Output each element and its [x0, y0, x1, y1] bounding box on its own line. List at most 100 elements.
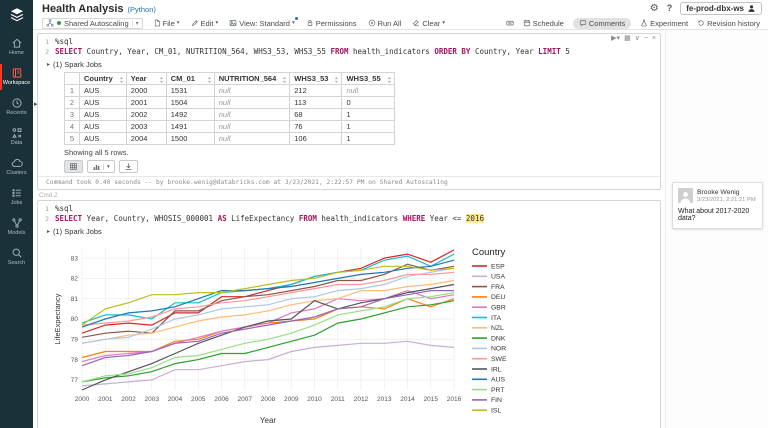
menu-file[interactable]: File▾: [153, 19, 180, 28]
svg-text:ISL: ISL: [491, 408, 501, 415]
legend-item-ESP[interactable]: ESP: [472, 263, 505, 270]
legend-item-DEU[interactable]: DEU: [472, 294, 505, 301]
calendar-icon: [523, 19, 531, 27]
chevron-down-icon[interactable]: ∨: [635, 35, 640, 42]
attach-icon: [46, 19, 54, 27]
help-icon[interactable]: ?: [667, 4, 673, 13]
eraser-icon: [412, 19, 420, 27]
sidebar-nav: HomeWorkspaceRecentsData Clusters Jobs Mode…: [0, 32, 33, 272]
sidebar-item-workspace[interactable]: Workspace: [0, 62, 33, 92]
menu-edit[interactable]: Edit▾: [191, 19, 219, 28]
svg-text:USA: USA: [491, 274, 505, 281]
sidebar: HomeWorkspaceRecentsData Clusters Jobs Mode…: [0, 0, 33, 428]
menu-permissions[interactable]: Permissions: [306, 19, 357, 28]
table-cell: 1491: [166, 121, 214, 133]
sidebar-item-jobs[interactable]: Jobs: [0, 182, 33, 212]
spark-jobs-toggle[interactable]: ▸ (1) Spark Jobs: [38, 58, 660, 71]
sidebar-item-home[interactable]: Home: [0, 32, 33, 62]
minimize-icon[interactable]: −: [644, 35, 648, 42]
table-cell: 1: [342, 133, 394, 145]
settings-gear-icon[interactable]: ⚙: [650, 4, 659, 14]
pencil-icon: [191, 19, 199, 27]
close-icon[interactable]: ×: [652, 35, 656, 42]
legend-item-DNK[interactable]: DNK: [472, 335, 506, 342]
chevron-down-icon: ▾: [132, 20, 139, 27]
legend-item-USA[interactable]: USA: [472, 274, 505, 281]
comment-card[interactable]: Brooke Wenig 3/23/2021, 2:21:21 PM What …: [672, 182, 763, 229]
results-toolbar: ▾: [64, 160, 660, 173]
x-tick-label: 2009: [284, 396, 299, 403]
jobs-icon: [11, 187, 23, 199]
chart-view-button[interactable]: ▾: [87, 160, 115, 173]
column-header-country[interactable]: Country: [80, 73, 127, 85]
table-view-button[interactable]: [64, 160, 83, 173]
notebook-canvas: ▸ ▶▾▦∨−× 1%sql2SELECT Country, Year, CM_…: [33, 30, 768, 428]
column-header-year[interactable]: Year: [126, 73, 166, 85]
databricks-logo[interactable]: [0, 0, 33, 32]
keyboard-shortcut-button[interactable]: [506, 19, 514, 27]
sidebar-item-search[interactable]: Search: [0, 242, 33, 272]
table-cell: 1: [342, 109, 394, 121]
legend-item-ITA[interactable]: ITA: [472, 315, 502, 322]
svg-text:IRL: IRL: [491, 366, 502, 373]
sidebar-item-clusters[interactable]: Clusters: [0, 152, 33, 182]
action-label: Comments: [589, 19, 625, 28]
chevron-down-icon: ▾: [442, 20, 445, 26]
cell1-code-editor[interactable]: 1%sql2SELECT Country, Year, CM_01, NUTRI…: [38, 34, 660, 58]
legend-item-FIN[interactable]: FIN: [472, 397, 502, 404]
action-revision-history[interactable]: Revision history: [697, 19, 760, 28]
legend-item-SWE[interactable]: SWE: [472, 356, 507, 363]
code-line-text: %sql: [55, 204, 73, 214]
menu-clear[interactable]: Clear▾: [412, 19, 445, 28]
menu-run-all[interactable]: Run All: [368, 19, 402, 28]
notebook-title: Health Analysis: [42, 3, 124, 15]
sidebar-item-data[interactable]: Data: [0, 122, 33, 152]
row-count-status: Showing all 5 rows.: [64, 148, 660, 157]
line-number: 2: [38, 47, 55, 57]
sidebar-item-recents[interactable]: Recents: [0, 92, 33, 122]
sidebar-item-label: Jobs: [11, 200, 23, 206]
dashboard-grid-icon[interactable]: ▦: [624, 35, 631, 42]
circle-play-icon: [368, 19, 376, 27]
y-tick-label: 80: [71, 316, 79, 323]
column-header-cm_01[interactable]: CM_01: [166, 73, 214, 85]
workspace-account-button[interactable]: fe-prod-dbx-ws: [680, 2, 762, 15]
spark-jobs-toggle-2[interactable]: ▸ (1) Spark Jobs: [38, 225, 660, 238]
image-icon: [229, 19, 237, 27]
y-tick-label: 79: [71, 336, 79, 343]
column-header-whs3_55[interactable]: WHS3_55: [342, 73, 394, 85]
action-experiment[interactable]: Experiment: [640, 19, 688, 28]
table-row: 2AUS20011504null1130: [65, 97, 395, 109]
table-cell: null: [342, 85, 394, 97]
spark-jobs-label: (1) Spark Jobs: [53, 227, 102, 236]
action-label: Schedule: [533, 19, 564, 28]
chevron-down-icon: ▾: [177, 20, 180, 26]
menu-bar: File▾ Edit▾ View: Standard▾ Permissions Run …: [153, 19, 445, 28]
column-header-nutrition_564[interactable]: NUTRITION_564: [214, 73, 290, 85]
legend-item-NZL[interactable]: NZL: [472, 325, 504, 332]
notebook-cell-1: ▶▾ ▦ ∨−× 1%sql2SELECT Country, Year, CM_01…: [37, 33, 661, 190]
table-cell: 2003: [126, 121, 166, 133]
action-schedule[interactable]: Schedule: [523, 19, 564, 28]
sidebar-item-label: Clusters: [6, 170, 26, 176]
legend-item-GBR[interactable]: GBR: [472, 305, 506, 312]
cluster-selector[interactable]: Shared Autoscaling ▾: [42, 18, 143, 29]
legend-item-FRA[interactable]: FRA: [472, 284, 505, 291]
row-number-header: [65, 73, 80, 85]
legend-item-ISL[interactable]: ISL: [472, 408, 501, 415]
column-header-whs3_53[interactable]: WHS3_53: [290, 73, 342, 85]
notification-dot: [295, 17, 298, 20]
download-results-button[interactable]: [119, 160, 138, 173]
menu-label: Permissions: [316, 19, 357, 28]
cell2-code-editor[interactable]: 1%sql2SELECT Year, Country, WHOSIS_00000…: [38, 201, 660, 225]
legend-item-NOR[interactable]: NOR: [472, 346, 506, 353]
menu-view-standard[interactable]: View: Standard▾: [229, 19, 295, 28]
legend-item-IRL[interactable]: IRL: [472, 366, 502, 373]
run-play-icon[interactable]: ▶▾: [611, 35, 620, 42]
row-number: 5: [65, 133, 80, 145]
legend-item-AUS[interactable]: AUS: [472, 377, 505, 384]
sidebar-item-models[interactable]: Models: [0, 212, 33, 242]
action-comments[interactable]: Comments: [573, 18, 631, 29]
legend-item-PRT[interactable]: PRT: [472, 387, 504, 394]
x-tick-label: 2003: [145, 396, 160, 403]
